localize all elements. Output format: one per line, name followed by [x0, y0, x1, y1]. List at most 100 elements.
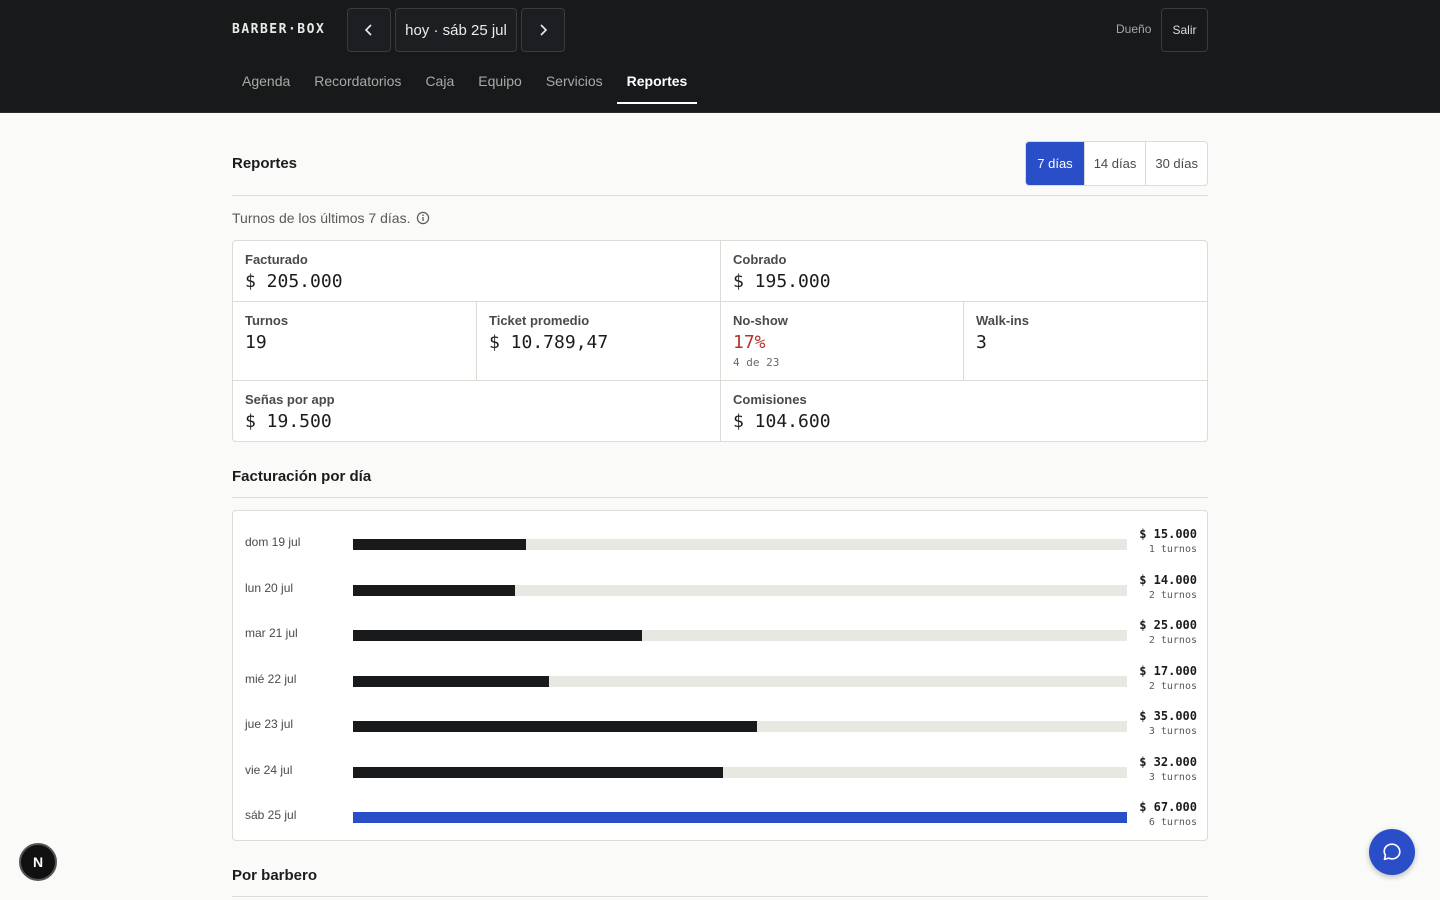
chart-bar	[353, 812, 1127, 823]
user-role: Dueño	[1116, 22, 1152, 36]
stat-label: Comisiones	[733, 392, 807, 407]
stat-ticket-promedio: Ticket promedio $ 10.789,47	[477, 302, 721, 381]
chart-bar-track	[353, 812, 1127, 823]
divider	[232, 497, 1208, 498]
date-picker-button[interactable]: hoy · sáb 25 jul	[395, 8, 517, 52]
stat-turnos: Turnos 19	[233, 302, 477, 381]
stat-value: 19	[245, 332, 267, 353]
chart-row: jue 23 jul $ 35.000 3 turnos	[233, 703, 1209, 743]
stat-value: $ 205.000	[245, 271, 343, 292]
chart-count-label: 6 turnos	[1148, 817, 1197, 828]
stat-value: $ 19.500	[245, 411, 332, 432]
chart-row: mar 21 jul $ 25.000 2 turnos	[233, 612, 1209, 652]
divider	[232, 896, 1208, 897]
stat-value: $ 10.789,47	[489, 332, 609, 353]
chat-button[interactable]	[1369, 829, 1415, 875]
chart-bar-track	[353, 721, 1127, 732]
daily-revenue-chart: dom 19 jul $ 15.000 1 turnos lun 20 jul $ 14…	[232, 510, 1208, 841]
report-subtitle-text: Turnos de los últimos 7 días.	[232, 210, 411, 226]
chart-category-label: mié 22 jul	[245, 671, 297, 686]
chart-value-label: $ 14.000	[1139, 572, 1197, 587]
chart-bar-track	[353, 584, 1127, 596]
chart-count-label: 2 turnos	[1148, 589, 1197, 601]
chart-bar	[353, 539, 526, 550]
chart-bar	[353, 766, 723, 778]
chart-row: mié 22 jul $ 17.000 2 turnos	[233, 658, 1209, 698]
stats-grid: Facturado $ 205.000 Cobrado $ 195.000 Tu…	[232, 240, 1208, 442]
chart-category-label: mar 21 jul	[245, 626, 298, 640]
chart-count-label: 3 turnos	[1148, 726, 1197, 737]
range-selector: 7 días 14 días 30 días	[1025, 141, 1208, 186]
range-30-days-button[interactable]: 30 días	[1145, 142, 1207, 185]
stat-label: Señas por app	[245, 392, 335, 407]
stat-value: $ 195.000	[733, 271, 831, 292]
chart-bar-track	[353, 675, 1127, 687]
stat-label: Ticket promedio	[489, 313, 590, 328]
chevron-left-icon	[364, 24, 372, 36]
chat-bubble-icon	[1383, 843, 1401, 861]
chart-count-label: 1 turnos	[1148, 544, 1197, 555]
stat-senas-por-app: Señas por app $ 19.500	[233, 381, 721, 441]
tab-recordatorios[interactable]: Recordatorios	[304, 60, 411, 104]
app-logo: BARBER·BOX	[232, 22, 326, 37]
chart-count-label: 2 turnos	[1148, 680, 1197, 692]
chevron-right-icon	[540, 24, 548, 36]
chart-row: vie 24 jul $ 32.000 3 turnos	[233, 749, 1209, 789]
stat-value: $ 104.600	[733, 411, 831, 432]
range-7-days-button[interactable]: 7 días	[1026, 142, 1084, 185]
stat-label: Walk-ins	[976, 313, 1029, 328]
stat-no-show: No-show 17% 4 de 23	[721, 302, 964, 381]
chart-bar	[353, 630, 642, 641]
stat-label: No-show	[733, 313, 788, 328]
page-title: Reportes	[232, 155, 298, 172]
next-day-button[interactable]	[521, 8, 565, 52]
chart-category-label: jue 23 jul	[245, 717, 294, 731]
range-14-days-button[interactable]: 14 días	[1083, 142, 1146, 185]
chart-category-label: sáb 25 jul	[245, 808, 297, 822]
report-subtitle: Turnos de los últimos 7 días.	[232, 210, 430, 226]
tab-agenda[interactable]: Agenda	[232, 60, 300, 104]
chart-value-label: $ 15.000	[1139, 527, 1197, 541]
chart-bar	[353, 721, 757, 732]
chart-bar	[353, 584, 515, 596]
main-nav-tabs: Agenda Recordatorios Caja Equipo Servici…	[232, 60, 701, 104]
stat-label: Cobrado	[733, 252, 787, 267]
previous-day-button[interactable]	[347, 8, 391, 52]
logout-button[interactable]: Salir	[1161, 8, 1208, 52]
stat-cobrado: Cobrado $ 195.000	[721, 241, 1207, 302]
chart-bar	[353, 675, 549, 687]
chart-value-label: $ 35.000	[1139, 709, 1197, 723]
chart-count-label: 2 turnos	[1148, 635, 1197, 646]
chart-count-label: 3 turnos	[1148, 771, 1197, 783]
chart-category-label: dom 19 jul	[245, 535, 301, 549]
chart-category-label: vie 24 jul	[245, 762, 293, 777]
chart-bar-track	[353, 766, 1127, 778]
stat-walk-ins: Walk-ins 3	[964, 302, 1207, 381]
tab-servicios[interactable]: Servicios	[536, 60, 613, 104]
top-bar: BARBER·BOX hoy · sáb 25 jul Dueño Salir …	[0, 0, 1440, 113]
tab-reportes[interactable]: Reportes	[616, 60, 698, 104]
section-title-barber: Por barbero	[232, 867, 318, 884]
stat-subvalue: 4 de 23	[733, 356, 780, 369]
tab-caja[interactable]: Caja	[415, 60, 464, 104]
chart-value-label: $ 32.000	[1139, 754, 1197, 769]
section-title-daily: Facturación por día	[232, 468, 372, 485]
chart-row: lun 20 jul $ 14.000 2 turnos	[233, 567, 1209, 607]
chart-bar-track	[353, 630, 1127, 641]
tab-equipo[interactable]: Equipo	[468, 60, 532, 104]
stat-label: Facturado	[245, 252, 308, 267]
chart-value-label: $ 67.000	[1139, 800, 1197, 814]
chart-row: dom 19 jul $ 15.000 1 turnos	[233, 521, 1209, 561]
stat-facturado: Facturado $ 205.000	[233, 241, 721, 302]
dev-tools-badge[interactable]: N	[19, 843, 57, 881]
stat-value: 17%	[733, 332, 766, 353]
stat-label: Turnos	[245, 313, 289, 328]
info-icon[interactable]	[416, 211, 430, 225]
chart-bar-track	[353, 539, 1127, 550]
chart-value-label: $ 17.000	[1139, 663, 1197, 678]
divider	[232, 195, 1208, 196]
chart-category-label: lun 20 jul	[245, 580, 294, 595]
stat-value: 3	[976, 332, 987, 353]
chart-value-label: $ 25.000	[1139, 618, 1197, 632]
chart-row: sáb 25 jul $ 67.000 6 turnos	[233, 794, 1209, 834]
